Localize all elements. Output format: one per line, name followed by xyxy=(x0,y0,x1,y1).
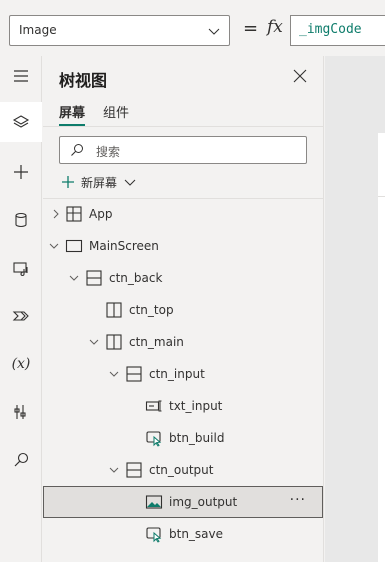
image-icon xyxy=(145,495,163,509)
tree-item-ctn-top[interactable]: ctn_top xyxy=(43,294,323,326)
tree-item-label: MainScreen xyxy=(89,239,159,253)
text-input-icon xyxy=(145,400,162,412)
equals-sign: = xyxy=(243,18,259,39)
tree-item-label: btn_save xyxy=(169,527,224,541)
search-placeholder: 搜索 xyxy=(96,145,121,159)
tree-view-panel: 树视图 屏幕 组件 搜索 新屏幕 App MainScreen ctn_back… xyxy=(43,56,324,562)
tree-item-label: img_output xyxy=(169,495,238,509)
chevron-down-icon xyxy=(208,28,220,35)
layers-icon[interactable] xyxy=(0,102,42,142)
variable-icon[interactable]: (x) xyxy=(0,344,42,384)
chevron-down-icon[interactable] xyxy=(109,369,119,379)
search-input[interactable]: 搜索 xyxy=(59,136,307,164)
tab-screens[interactable]: 屏幕 xyxy=(59,102,86,126)
tree-item-ctn-main[interactable]: ctn_main xyxy=(43,326,323,358)
tree-item-ctn-input[interactable]: ctn_input xyxy=(43,358,323,390)
horizontal-container-icon xyxy=(106,334,122,350)
new-screen-label: 新屏幕 xyxy=(81,175,118,190)
formula-input[interactable]: _imgCode xyxy=(290,15,385,46)
power-automate-icon[interactable] xyxy=(0,296,42,336)
canvas-area[interactable] xyxy=(325,56,385,562)
new-screen-button[interactable]: 新屏幕 xyxy=(61,172,137,192)
button-icon xyxy=(146,527,162,543)
chevron-down-icon[interactable] xyxy=(49,241,59,251)
media-icon[interactable] xyxy=(0,248,42,288)
tree-item-label: ctn_top xyxy=(129,303,174,317)
chevron-down-icon xyxy=(124,179,136,186)
tree-item-label: ctn_input xyxy=(149,367,205,381)
vertical-container-icon xyxy=(86,270,102,286)
tree-item-label: ctn_output xyxy=(149,463,214,477)
database-icon[interactable] xyxy=(0,200,42,240)
tree-item-btn-save[interactable]: btn_save xyxy=(43,518,323,550)
canvas-screen[interactable] xyxy=(378,133,385,562)
variable-label: (x) xyxy=(11,356,31,372)
vertical-container-icon xyxy=(126,462,142,478)
tree-item-btn-build[interactable]: btn_build xyxy=(43,422,323,454)
tree-item-label: App xyxy=(89,207,113,221)
search-icon xyxy=(71,144,83,156)
fx-icon[interactable]: fx xyxy=(267,17,283,37)
search-icon[interactable] xyxy=(0,440,42,480)
property-dropdown[interactable]: Image xyxy=(9,15,230,46)
chevron-right-icon[interactable] xyxy=(51,209,61,219)
tree-item-txt-input[interactable]: txt_input xyxy=(43,390,323,422)
plus-icon[interactable] xyxy=(0,152,42,192)
plus-icon xyxy=(62,176,74,188)
chevron-down-icon[interactable] xyxy=(109,465,119,475)
button-icon xyxy=(146,431,162,447)
tree-item-ctn-output[interactable]: ctn_output xyxy=(43,454,323,486)
more-options-icon[interactable]: ··· xyxy=(290,492,306,508)
canvas-divider xyxy=(378,196,385,197)
tree-item-img-output[interactable]: img_output ··· xyxy=(43,486,323,518)
formula-bar: Image = fx _imgCode xyxy=(0,0,385,60)
tree-item-app[interactable]: App xyxy=(43,198,323,230)
left-rail: (x) xyxy=(0,56,42,562)
app-icon xyxy=(66,206,82,222)
chevron-down-icon[interactable] xyxy=(69,273,79,283)
tree-item-label: ctn_main xyxy=(129,335,184,349)
tree-item-label: btn_build xyxy=(169,431,225,445)
screen-icon xyxy=(65,239,83,253)
tree-item-ctn-back[interactable]: ctn_back xyxy=(43,262,323,294)
horizontal-container-icon xyxy=(106,302,122,318)
tree-item-label: ctn_back xyxy=(109,271,163,285)
tree-item-label: txt_input xyxy=(169,399,223,413)
tab-components[interactable]: 组件 xyxy=(103,102,129,121)
close-icon[interactable] xyxy=(293,69,307,83)
property-value: Image xyxy=(19,23,57,37)
tools-icon[interactable] xyxy=(0,392,42,432)
hamburger-icon[interactable] xyxy=(0,56,42,96)
chevron-down-icon[interactable] xyxy=(89,337,99,347)
tree-item-mainscreen[interactable]: MainScreen xyxy=(43,230,323,262)
formula-text: _imgCode xyxy=(299,22,362,37)
tabs-divider xyxy=(43,126,323,127)
vertical-container-icon xyxy=(126,366,142,382)
panel-title: 树视图 xyxy=(59,71,108,90)
